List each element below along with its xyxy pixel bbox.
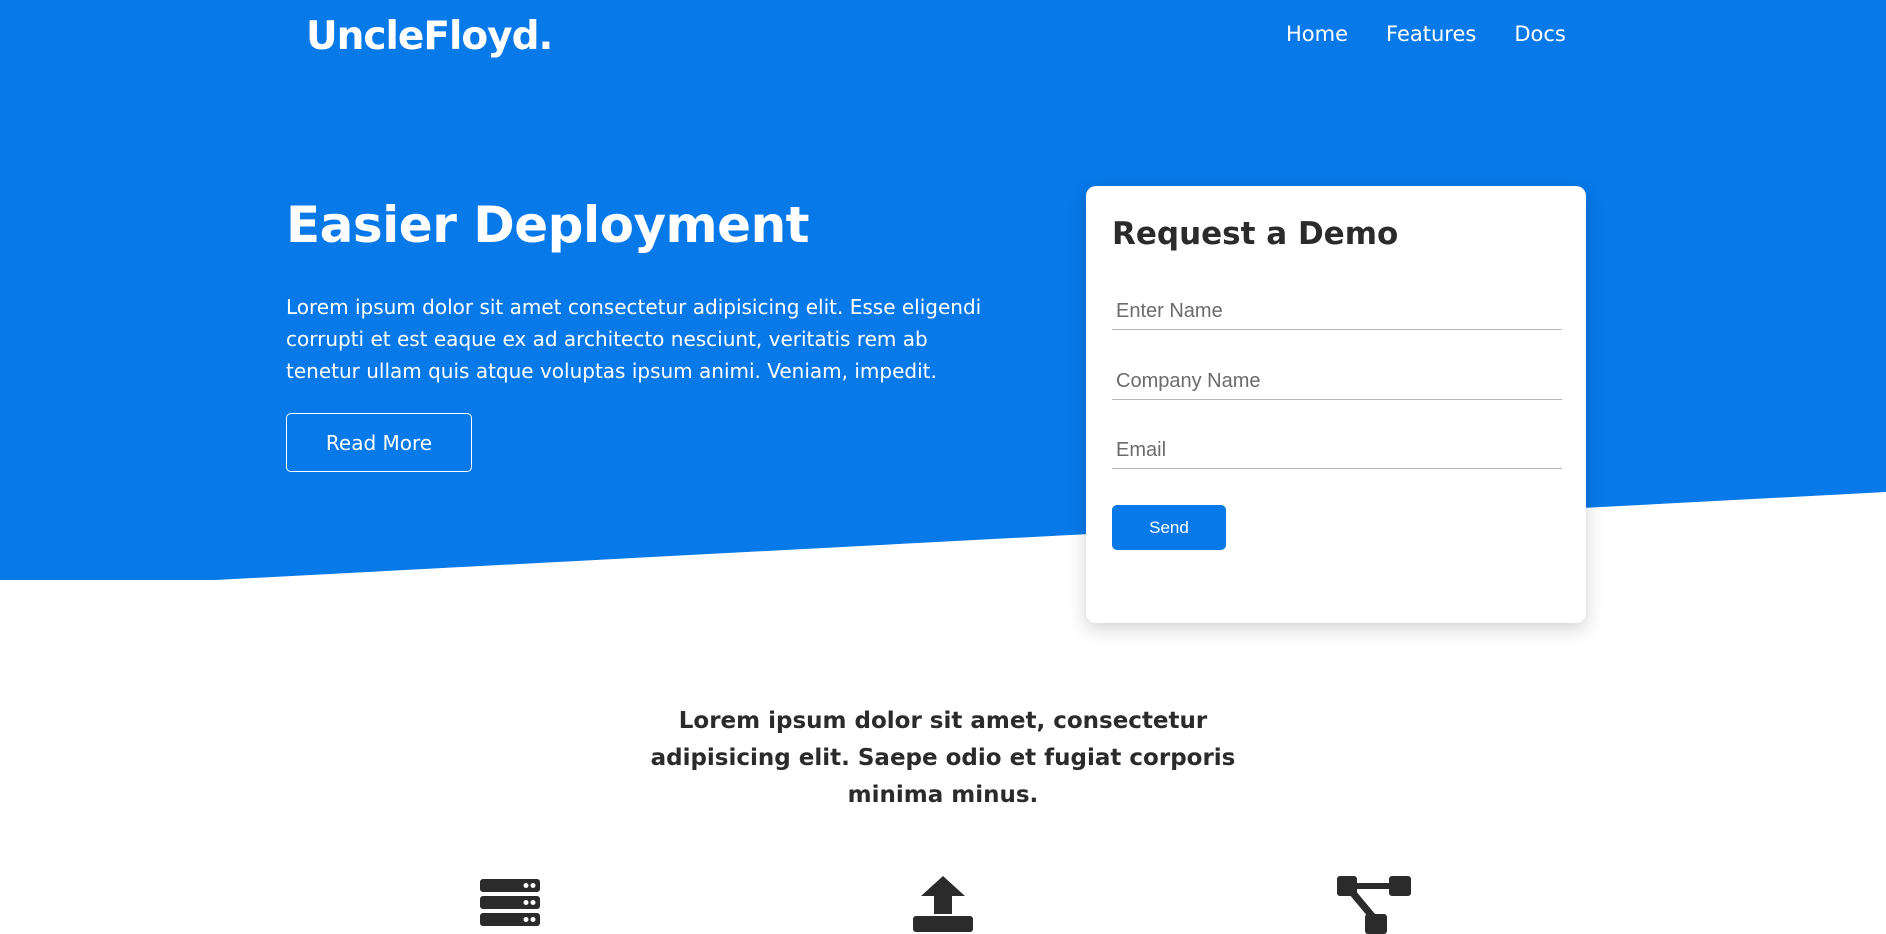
- demo-request-card: Request a Demo Send: [1086, 186, 1586, 623]
- features-intro-text: Lorem ipsum dolor sit amet, consectetur …: [650, 708, 1236, 808]
- demo-form-title: Request a Demo: [1112, 216, 1399, 252]
- network-icon: [1337, 876, 1411, 934]
- brand-logo[interactable]: UncleFloyd.: [306, 14, 553, 59]
- send-button[interactable]: Send: [1112, 505, 1226, 550]
- hero-description: Lorem ipsum dolor sit amet consectetur a…: [286, 295, 982, 383]
- upload-icon: [913, 876, 973, 932]
- read-more-button[interactable]: Read More: [286, 413, 472, 472]
- nav-item-features[interactable]: Features: [1386, 22, 1476, 46]
- email-input[interactable]: [1112, 433, 1562, 469]
- server-icon: [480, 879, 540, 926]
- nav-item-docs[interactable]: Docs: [1514, 22, 1566, 46]
- nav-item-home[interactable]: Home: [1286, 22, 1348, 46]
- company-input[interactable]: [1112, 364, 1562, 400]
- name-input[interactable]: [1112, 294, 1562, 330]
- main-nav: Home Features Docs: [1286, 22, 1566, 46]
- hero-title: Easier Deployment: [286, 196, 810, 254]
